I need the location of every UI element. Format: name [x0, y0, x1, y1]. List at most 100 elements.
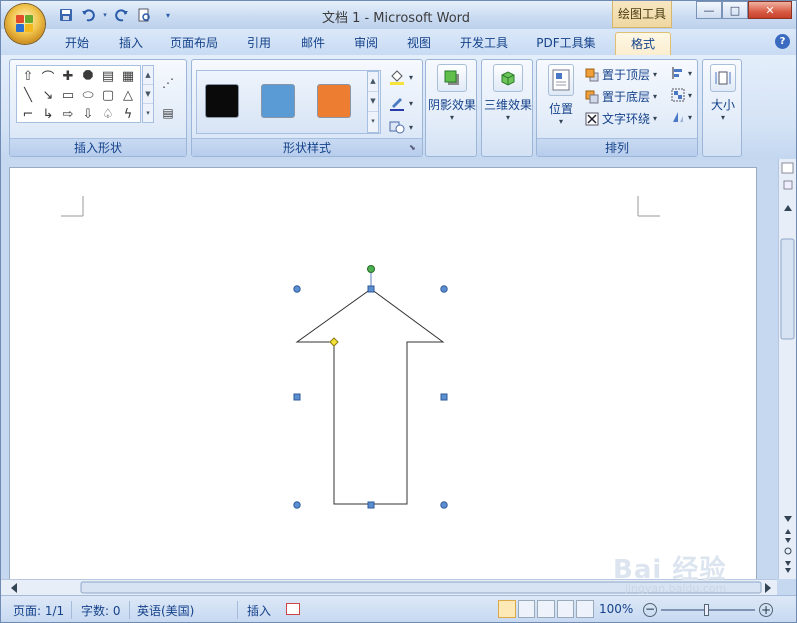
language-indicator[interactable]: 英语(美国) — [137, 602, 194, 619]
shape-styles-launcher-icon[interactable]: ⬊ — [409, 143, 419, 153]
tab-page-layout[interactable]: 页面布局 — [164, 32, 224, 55]
scroll-left-icon[interactable] — [11, 583, 17, 593]
up-arrow-shape[interactable] — [295, 288, 445, 505]
insert-mode-indicator[interactable]: 插入 — [247, 602, 271, 619]
draft-view-icon[interactable] — [576, 600, 594, 618]
size-button[interactable]: 大小 ▾ — [703, 64, 743, 122]
maximize-button[interactable]: □ — [722, 1, 748, 19]
shape-outline-button[interactable]: ▾ — [388, 94, 413, 112]
close-button[interactable]: ✕ — [748, 1, 792, 19]
zoom-in-icon[interactable]: + — [759, 603, 773, 617]
help-icon[interactable]: ? — [775, 34, 790, 49]
tab-developer[interactable]: 开发工具 — [453, 32, 515, 55]
document-page[interactable] — [9, 167, 757, 587]
change-shape-button[interactable]: ▾ — [388, 118, 413, 136]
style-gallery-down-icon[interactable]: ▼ — [368, 92, 378, 112]
shape-down-arrow-icon[interactable]: ⇩ — [78, 105, 98, 123]
resize-handle-left[interactable] — [293, 393, 301, 401]
shape-arrow-line-icon[interactable]: ↘ — [38, 86, 58, 104]
tab-view[interactable]: 视图 — [399, 32, 439, 55]
align-button[interactable]: ▾ — [671, 66, 692, 80]
shape-freeform-icon[interactable]: ♤ — [98, 105, 118, 123]
vertical-scrollbar[interactable] — [778, 159, 796, 579]
hand-icon[interactable] — [783, 180, 793, 190]
style-gallery-up-icon[interactable]: ▲ — [368, 72, 378, 92]
resize-handle-bottom[interactable] — [367, 501, 375, 509]
bring-to-front-button[interactable]: 置于顶层 ▾ — [585, 66, 657, 83]
minimize-button[interactable]: — — [696, 1, 722, 19]
gallery-more-icon[interactable]: ▾ — [143, 104, 153, 123]
view-buttons — [498, 600, 594, 619]
rotation-handle[interactable] — [367, 265, 375, 273]
style-gallery-more-icon[interactable]: ▾ — [368, 112, 378, 132]
status-divider — [71, 601, 72, 619]
position-button[interactable]: 位置 ▾ — [541, 64, 581, 126]
tab-insert[interactable]: 插入 — [111, 32, 151, 55]
shape-triangle-icon[interactable]: △ — [118, 86, 138, 104]
tab-mailings[interactable]: 邮件 — [293, 32, 333, 55]
scroll-right-icon[interactable] — [765, 583, 771, 593]
tab-home[interactable]: 开始 — [57, 32, 97, 55]
shape-scribble-icon[interactable]: ϟ — [118, 105, 138, 123]
web-layout-view-icon[interactable] — [537, 600, 555, 618]
gallery-down-icon[interactable]: ▼ — [143, 85, 153, 104]
word-count[interactable]: 字数: 0 — [81, 602, 121, 619]
gallery-up-icon[interactable]: ▲ — [143, 66, 153, 85]
draw-textbox-icon[interactable]: ▤ — [158, 104, 178, 122]
shape-cross-icon[interactable]: ✚ — [58, 67, 78, 85]
edit-shape-icon[interactable]: ⋰ — [158, 74, 178, 92]
style-swatch-blue[interactable] — [261, 84, 295, 118]
tab-references[interactable]: 引用 — [239, 32, 279, 55]
send-to-back-button[interactable]: 置于底层 ▾ — [585, 88, 657, 105]
shape-elbow-connector-icon[interactable]: ⌐ — [18, 105, 38, 123]
resize-handle-bottom-right[interactable] — [440, 501, 448, 509]
next-page-icon[interactable] — [785, 561, 791, 573]
shape-fill-button[interactable]: ▾ — [388, 68, 413, 86]
shapes-gallery-scroll[interactable]: ▲ ▼ ▾ — [142, 65, 154, 123]
shape-right-arrow-icon[interactable]: ⇨ — [58, 105, 78, 123]
page-indicator[interactable]: 页面: 1/1 — [13, 602, 64, 619]
shape-octagon-icon[interactable]: ⯃ — [78, 67, 98, 85]
previous-page-icon[interactable] — [785, 529, 791, 543]
zoom-slider-thumb[interactable] — [704, 604, 709, 616]
print-layout-view-icon[interactable] — [498, 600, 516, 618]
shape-elbow-arrow-icon[interactable]: ↳ — [38, 105, 58, 123]
outline-view-icon[interactable] — [556, 600, 575, 618]
resize-handle-top-left[interactable] — [293, 285, 301, 293]
zoom-level[interactable]: 100% — [599, 602, 633, 616]
zoom-out-icon[interactable]: − — [643, 603, 657, 617]
resize-handle-bottom-left[interactable] — [293, 501, 301, 509]
group-objects-button[interactable]: ▾ — [671, 88, 692, 102]
shape-rectangle-icon[interactable]: ▭ — [58, 86, 78, 104]
shape-rounded-rectangle-icon[interactable]: ▢ — [98, 86, 118, 104]
office-button[interactable] — [5, 4, 45, 44]
full-screen-reading-view-icon[interactable] — [517, 600, 536, 618]
shape-arc-icon[interactable]: ⌒ — [38, 67, 58, 86]
rotate-dropdown-icon: ▾ — [688, 112, 693, 122]
view-ruler-icon[interactable] — [781, 162, 794, 174]
scroll-down-icon[interactable] — [784, 516, 792, 522]
browse-object-icon[interactable] — [784, 547, 792, 555]
tab-pdf-tools[interactable]: PDF工具集 — [528, 32, 604, 55]
3d-effects-button[interactable]: 三维效果 ▾ — [482, 64, 534, 122]
scroll-up-icon[interactable] — [784, 205, 792, 211]
resize-handle-top[interactable] — [367, 285, 375, 293]
tab-review[interactable]: 审阅 — [346, 32, 386, 55]
shadow-effects-button[interactable]: 阴影效果 ▾ — [426, 64, 478, 122]
macro-record-icon[interactable] — [286, 603, 300, 615]
shape-vertical-textbox-icon[interactable]: ▦ — [118, 67, 138, 85]
shape-oval-icon[interactable]: ⬭ — [78, 86, 98, 104]
shape-line-icon[interactable]: ╲ — [18, 86, 38, 104]
resize-handle-right[interactable] — [440, 393, 448, 401]
paint-bucket-icon — [390, 70, 404, 85]
shape-textbox-icon[interactable]: ▤ — [98, 67, 118, 85]
rotate-button[interactable]: ▾ — [671, 110, 692, 124]
shape-up-arrow-icon[interactable]: ⇧ — [18, 67, 38, 85]
resize-handle-top-right[interactable] — [440, 285, 448, 293]
vertical-scroll-thumb[interactable] — [780, 238, 795, 340]
style-swatch-orange[interactable] — [317, 84, 351, 118]
style-swatch-black[interactable] — [205, 84, 239, 118]
tab-format[interactable]: 格式 — [615, 32, 671, 55]
style-gallery-scroll[interactable]: ▲ ▼ ▾ — [367, 71, 379, 133]
text-wrap-button[interactable]: 文字环绕 ▾ — [585, 110, 657, 127]
